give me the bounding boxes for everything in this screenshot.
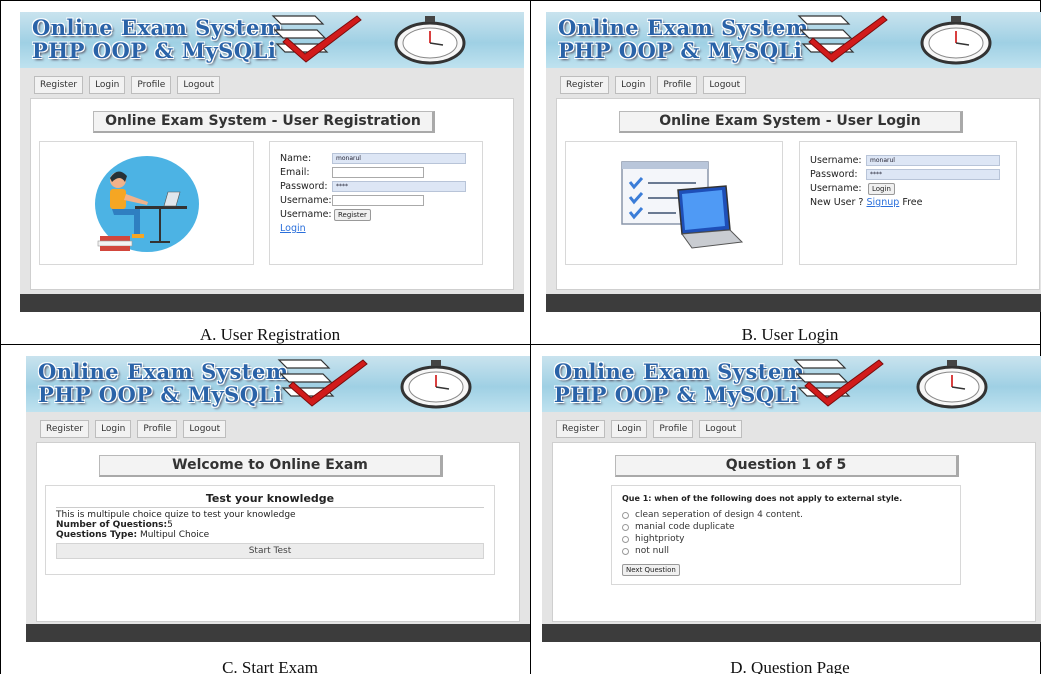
question-text: Que 1: when of the following does not ap… <box>622 494 903 503</box>
footer-bar <box>26 624 530 642</box>
username-field[interactable] <box>332 195 424 206</box>
option-radio-3[interactable] <box>622 535 629 543</box>
option-radio-4[interactable] <box>622 547 629 555</box>
num-questions-value: 5 <box>167 520 173 530</box>
option-radio-2[interactable] <box>622 523 629 531</box>
nav-logout-button[interactable]: Logout <box>699 420 743 438</box>
username-label: Username: <box>280 195 332 206</box>
stopwatch-icon <box>400 360 472 409</box>
content-area: Online Exam System - User Login Username… <box>556 98 1040 290</box>
banner-title: Online Exam System PHP OOP & MySQLi <box>32 15 283 63</box>
nav-register-button[interactable]: Register <box>560 76 610 94</box>
option-label-2: manial code duplicate <box>635 522 735 532</box>
footer-bar <box>20 294 524 312</box>
stopwatch-icon <box>916 360 988 409</box>
illustration-box <box>565 141 783 265</box>
login-form: Username: monarul Password: **** Username:… <box>799 141 1017 265</box>
nav-register-button[interactable]: Register <box>40 420 90 438</box>
exam-info-box: Test your knowledge This is multipule ch… <box>45 485 495 575</box>
caption-b: B. User Login <box>741 325 839 344</box>
email-label: Email: <box>280 167 310 178</box>
stopwatch-icon <box>394 16 466 65</box>
laptop-checklist-icon <box>621 161 744 249</box>
banner-title: Online Exam System PHP OOP & MySQLi <box>558 15 809 63</box>
banner: Online Exam System PHP OOP & MySQLi <box>20 12 524 68</box>
nav-logout-button[interactable]: Logout <box>177 76 221 94</box>
student-illustration-icon <box>95 156 199 252</box>
content-area: Online Exam System - User Registration N… <box>30 98 514 290</box>
page-title: Question 1 of 5 <box>615 455 959 477</box>
nav-profile-button[interactable]: Profile <box>131 76 172 94</box>
option-label-1: clean seperation of design 4 content. <box>635 510 804 520</box>
caption-d: D. Question Page <box>730 658 850 674</box>
password-label: Password: <box>280 181 328 192</box>
exam-description: This is multipule choice quize to test y… <box>56 510 296 520</box>
panel-user-registration: Online Exam System PHP OOP & MySQLi Regis… <box>20 12 524 312</box>
banner-title: Online Exam System PHP OOP & MySQLi <box>38 359 289 407</box>
caption-a: A. User Registration <box>199 325 341 344</box>
grid-border-top <box>0 0 1041 1</box>
question-type-value: Multipul Choice <box>139 530 210 540</box>
nav-login-button[interactable]: Login <box>615 76 652 94</box>
nav-login-button[interactable]: Login <box>95 420 132 438</box>
username-label-2: Username: <box>280 209 332 220</box>
nav-bar: Register Login Profile Logout <box>40 420 227 438</box>
free-text: Free <box>902 197 923 208</box>
panel-start-exam: Online Exam System PHP OOP & MySQLi Regis… <box>26 356 530 642</box>
nav-bar: Register Login Profile Logout <box>34 76 221 94</box>
nav-register-button[interactable]: Register <box>556 420 606 438</box>
page-title: Online Exam System - User Login <box>619 111 963 133</box>
password-field[interactable]: **** <box>866 169 1000 180</box>
new-user-text: New User ? <box>810 197 864 208</box>
option-radio-1[interactable] <box>622 511 629 519</box>
username-label: Username: <box>810 155 862 166</box>
password-field[interactable]: **** <box>332 181 466 192</box>
banner: Online Exam System PHP OOP & MySQLi <box>542 356 1041 412</box>
nav-bar: Register Login Profile Logout <box>556 420 743 438</box>
panel-question-page: Online Exam System PHP OOP & MySQLi Regis… <box>542 356 1041 642</box>
banner: Online Exam System PHP OOP & MySQLi <box>26 356 530 412</box>
nav-bar: Register Login Profile Logout <box>560 76 747 94</box>
banner-title: Online Exam System PHP OOP & MySQLi <box>554 359 805 407</box>
option-label-3: hightprioty <box>635 534 685 544</box>
name-label: Name: <box>280 153 312 164</box>
num-questions-label: Number of Questions: <box>56 520 168 530</box>
page-title: Welcome to Online Exam <box>99 455 443 477</box>
signup-link[interactable]: Signup <box>867 197 900 208</box>
nav-profile-button[interactable]: Profile <box>653 420 694 438</box>
content-area: Welcome to Online Exam Test your knowled… <box>36 442 520 622</box>
stopwatch-icon <box>920 16 992 65</box>
banner: Online Exam System PHP OOP & MySQLi <box>546 12 1041 68</box>
username-field[interactable]: monarul <box>866 155 1000 166</box>
exam-sub-heading: Test your knowledge <box>56 492 484 508</box>
nav-login-button[interactable]: Login <box>611 420 648 438</box>
footer-bar <box>542 624 1041 642</box>
nav-register-button[interactable]: Register <box>34 76 84 94</box>
password-label: Password: <box>810 169 858 180</box>
email-field[interactable] <box>332 167 424 178</box>
login-link[interactable]: Login <box>280 223 306 234</box>
option-label-4: not null <box>635 546 670 556</box>
question-box: Que 1: when of the following does not ap… <box>611 485 961 585</box>
nav-login-button[interactable]: Login <box>89 76 126 94</box>
page-title: Online Exam System - User Registration <box>93 111 435 133</box>
username-label-2: Username: <box>810 183 862 194</box>
panel-user-login: Online Exam System PHP OOP & MySQLi Regis… <box>546 12 1041 312</box>
next-question-button[interactable]: Next Question <box>622 564 680 576</box>
nav-profile-button[interactable]: Profile <box>657 76 698 94</box>
question-type-label: Questions Type: <box>56 530 138 540</box>
name-field[interactable]: monarul <box>332 153 466 164</box>
illustration-box <box>39 141 254 265</box>
content-area: Question 1 of 5 Que 1: when of the follo… <box>552 442 1036 622</box>
login-button[interactable]: Login <box>868 182 895 195</box>
caption-c: C. Start Exam <box>222 658 318 674</box>
register-button[interactable]: Register <box>334 208 371 221</box>
grid-border-left <box>0 0 1 674</box>
nav-logout-button[interactable]: Logout <box>703 76 747 94</box>
start-test-button[interactable]: Start Test <box>56 543 484 559</box>
footer-bar <box>546 294 1041 312</box>
nav-profile-button[interactable]: Profile <box>137 420 178 438</box>
registration-form: Name: monarul Email: Password: **** Userna… <box>269 141 483 265</box>
nav-logout-button[interactable]: Logout <box>183 420 227 438</box>
